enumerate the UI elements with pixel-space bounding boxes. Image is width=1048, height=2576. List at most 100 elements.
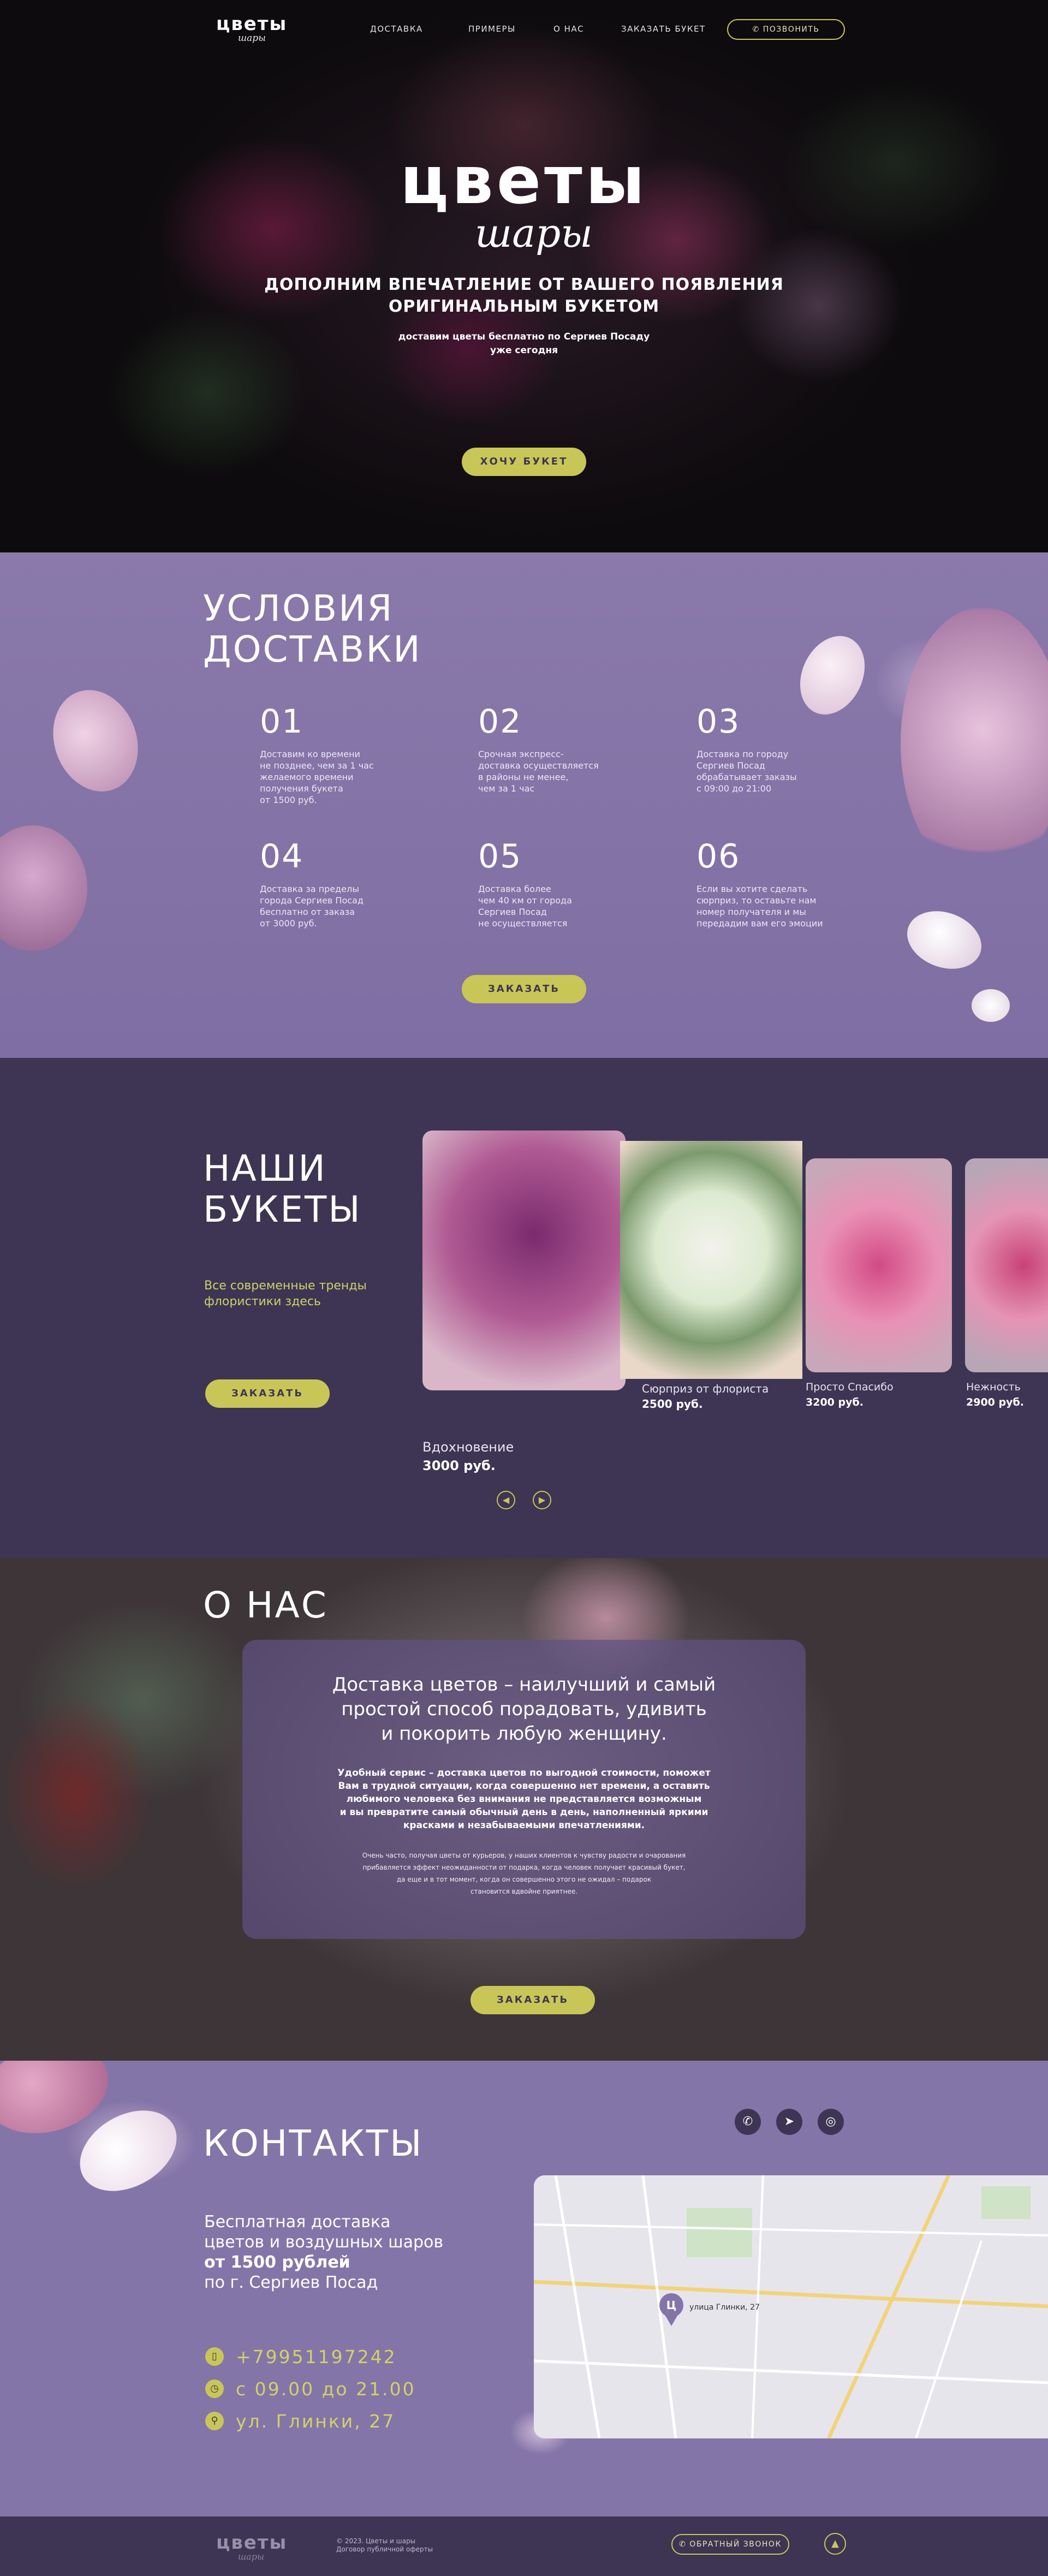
phone-icon: ▯ xyxy=(205,2347,224,2366)
condition-line: не осуществляется xyxy=(478,918,568,929)
contacts-title: КОНТАКТЫ xyxy=(203,2122,424,2164)
bouquet-card-inspiration[interactable] xyxy=(422,1131,626,1390)
bouquet-card-florist-surprise[interactable] xyxy=(620,1141,802,1379)
condition-line: обрабатывает заказы xyxy=(696,772,797,782)
bouquet-name: Вдохновение xyxy=(422,1439,514,1455)
hero-subtitle: доставим цветы бесплатно по Сергиев Поса… xyxy=(0,330,1048,358)
condition-text: Срочная экспресс- доставка осуществляетс… xyxy=(478,748,642,794)
condition-line: Доставка более xyxy=(478,884,551,894)
contacts-section: КОНТАКТЫ ✆ ➤ ◎ Бесплатная доставка цвето… xyxy=(0,2061,1048,2516)
bouquet-card-tenderness[interactable] xyxy=(965,1158,1048,1372)
map-park xyxy=(981,2186,1031,2219)
condition-line: Доставим ко времени xyxy=(260,749,360,759)
footer-logo-word[interactable]: цветы xyxy=(216,2532,287,2554)
about-heading-line: простой способ порадовать, удивить xyxy=(341,1698,707,1720)
condition-line: в районы не менее, xyxy=(478,772,569,782)
delivery-condition: 05 Доставка более чем 40 км от города Се… xyxy=(478,837,642,929)
condition-line: Сергиев Посад xyxy=(696,760,765,771)
contacts-lead-line: по г. Сергиев Посад xyxy=(204,2273,378,2292)
delivery-title: УСЛОВИЯ ДОСТАВКИ xyxy=(203,588,422,670)
bouquet-name: Сюрприз от флориста xyxy=(642,1382,769,1395)
condition-line: номер получателя и мы xyxy=(696,907,806,917)
petal-decoration xyxy=(899,901,990,979)
condition-line: от 3000 руб. xyxy=(260,918,317,929)
condition-line: сюрприз, то оставьте нам xyxy=(696,895,817,906)
about-bold-line: красками и незабываемыми впечатлениями. xyxy=(403,1820,645,1831)
delivery-condition: 01 Доставим ко времени не позднее, чем з… xyxy=(260,703,424,806)
whatsapp-icon: ✆ xyxy=(742,2115,753,2128)
about-small-text: Очень часто, получая цветы от курьеров, … xyxy=(324,1849,724,1897)
nav-item-order[interactable]: ЗАКАЗАТЬ БУКЕТ xyxy=(621,24,706,34)
hero-tagline: ДОПОЛНИМ ВПЕЧАТЛЕНИЕ ОТ ВАШЕГО ПОЯВЛЕНИЯ… xyxy=(0,274,1048,318)
condition-text: Доставим ко времени не позднее, чем за 1… xyxy=(260,748,424,806)
chevron-right-icon: ▶ xyxy=(538,1495,546,1505)
footer: цветы шары © 2023. Цветы и шары Договор … xyxy=(0,2516,1048,2576)
condition-text: Доставка за пределы города Сергиев Посад… xyxy=(260,883,424,929)
condition-line: передадим вам его эмоции xyxy=(696,918,823,929)
hero-title: цветы xyxy=(400,143,648,219)
hero-tagline-line: ДОПОЛНИМ ВПЕЧАТЛЕНИЕ ОТ ВАШЕГО ПОЯВЛЕНИЯ xyxy=(264,275,784,294)
instagram-icon: ◎ xyxy=(825,2115,836,2128)
petal-decoration xyxy=(39,678,152,804)
condition-number: 02 xyxy=(478,703,522,741)
instagram-button[interactable]: ◎ xyxy=(818,2109,844,2135)
condition-line: не позднее, чем за 1 час xyxy=(260,760,374,771)
contact-address-text: ул. Глинки, 27 xyxy=(236,2411,396,2432)
delivery-title-line: УСЛОВИЯ xyxy=(203,587,394,629)
contacts-lead-line: от 1500 рублей xyxy=(204,2252,466,2272)
whatsapp-button[interactable]: ✆ xyxy=(735,2109,761,2135)
footer-offer-link[interactable]: Договор публичной оферты xyxy=(336,2545,433,2554)
map-park xyxy=(687,2208,752,2257)
hero-subtitle-line: уже сегодня xyxy=(490,345,558,356)
nav-item-about[interactable]: О НАС xyxy=(553,24,584,34)
nav-item-examples[interactable]: ПРИМЕРЫ xyxy=(468,24,516,34)
call-button-label: ПОЗВОНИТЬ xyxy=(763,25,820,34)
about-order-button[interactable]: ЗАКАЗАТЬ xyxy=(471,1986,595,2014)
location-map[interactable]: Ц улица Глинки, 27 xyxy=(534,2175,1048,2438)
nav-item-delivery[interactable]: ДОСТАВКА xyxy=(370,24,423,34)
petal-decoration xyxy=(972,989,1010,1022)
map-graphic: Ц улица Глинки, 27 xyxy=(534,2175,1048,2438)
about-bold-line: Вам в трудной ситуации, когда совершенно… xyxy=(338,1781,710,1792)
condition-text: Если вы хотите сделать сюрприз, то остав… xyxy=(696,883,860,929)
condition-line: Сергиев Посад xyxy=(478,907,547,917)
contact-hours-text: с 09.00 до 21.00 xyxy=(236,2378,416,2400)
footer-copyright: © 2023. Цветы и шары Договор публичной о… xyxy=(336,2537,433,2554)
footer-logo-script: шары xyxy=(238,2551,264,2562)
carousel-next-button[interactable]: ▶ xyxy=(533,1491,551,1509)
map-address-label: улица Глинки, 27 xyxy=(689,2303,760,2312)
about-small-line: прибавляется эффект неожиданности от под… xyxy=(362,1864,686,1871)
telegram-button[interactable]: ➤ xyxy=(776,2109,802,2135)
delivery-title-line: ДОСТАВКИ xyxy=(203,628,422,670)
bouquets-section: НАШИ БУКЕТЫ Все современные тренды флори… xyxy=(0,1058,1048,1558)
condition-line: доставка осуществляется xyxy=(478,760,599,771)
delivery-condition: 02 Срочная экспресс- доставка осуществля… xyxy=(478,703,642,794)
hero-tagline-line: ОРИГИНАЛЬНЫМ БУКЕТОМ xyxy=(388,297,660,316)
bouquets-order-button[interactable]: ЗАКАЗАТЬ xyxy=(205,1379,330,1408)
condition-number: 01 xyxy=(260,703,304,741)
bouquets-title-line: НАШИ xyxy=(203,1147,327,1189)
telegram-icon: ➤ xyxy=(784,2115,795,2128)
bouquet-name: Просто Спасибо xyxy=(806,1381,894,1393)
callback-button[interactable]: ✆ ОБРАТНЫЙ ЗВОНОК xyxy=(671,2534,789,2555)
contact-phone-text: +79951197242 xyxy=(236,2346,397,2367)
bouquet-price: 2500 руб. xyxy=(642,1397,703,1411)
contacts-lead: Бесплатная доставка цветов и воздушных ш… xyxy=(204,2212,466,2293)
bouquets-title-line: БУКЕТЫ xyxy=(203,1188,362,1230)
condition-line: Если вы хотите сделать xyxy=(696,884,808,894)
scroll-top-button[interactable]: ▲ xyxy=(824,2533,846,2555)
carousel-prev-button[interactable]: ◀ xyxy=(497,1491,515,1509)
condition-line: желаемого времени xyxy=(260,772,354,782)
condition-number: 06 xyxy=(696,837,741,876)
bouquet-name: Нежность xyxy=(966,1381,1021,1393)
condition-line: чем за 1 час xyxy=(478,783,535,794)
call-button[interactable]: ✆ ПОЗВОНИТЬ xyxy=(727,19,845,40)
about-small-line: становится вдвойне приятнее. xyxy=(470,1888,578,1895)
bouquet-card-just-thanks[interactable] xyxy=(806,1158,952,1372)
about-bold-text: Удобный сервис – доставка цветов по выго… xyxy=(313,1766,735,1832)
want-bouquet-button[interactable]: ХОЧУ БУКЕТ xyxy=(462,448,586,476)
condition-line: получения букета xyxy=(260,783,343,794)
delivery-section: УСЛОВИЯ ДОСТАВКИ 01 Доставим ко времени … xyxy=(0,552,1048,1058)
delivery-order-button[interactable]: ЗАКАЗАТЬ xyxy=(462,975,586,1003)
logo-word[interactable]: цветы xyxy=(216,13,287,35)
